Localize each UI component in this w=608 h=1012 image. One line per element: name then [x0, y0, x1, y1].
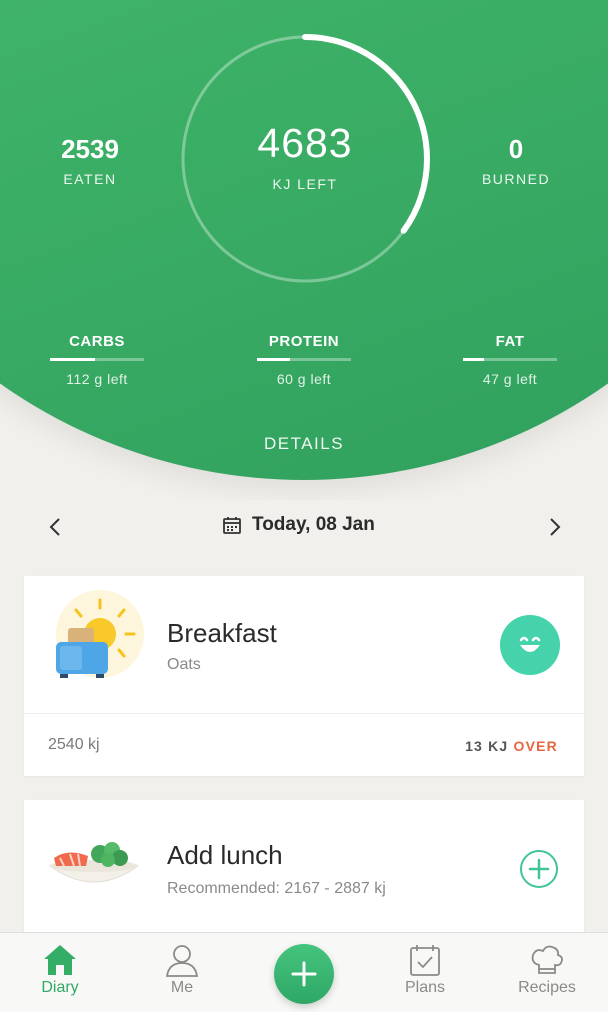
calendar-check-icon — [410, 945, 440, 976]
add-entry-button[interactable] — [274, 944, 334, 1004]
over-amount: 13 KJ — [465, 738, 509, 754]
breakfast-kj: 2540 kj — [48, 736, 100, 753]
burned-stat: 0 BURNED — [456, 134, 576, 187]
chef-hat-icon — [531, 945, 563, 974]
over-label: OVER — [513, 738, 558, 754]
eaten-label: EATEN — [63, 171, 117, 187]
macro-protein-bar — [257, 358, 351, 361]
home-icon — [44, 945, 76, 975]
macro-protein: PROTEIN 60 g left — [257, 333, 351, 387]
details-button[interactable]: DETAILS — [0, 434, 608, 454]
tab-me-label: Me — [170, 979, 194, 996]
lunch-card[interactable]: Add lunch Recommended: 2167 - 2887 kj — [24, 800, 584, 950]
macro-protein-name: PROTEIN — [268, 333, 340, 350]
summary-header: 2539 EATEN 4683 KJ LEFT 0 BURNED CARBS 1… — [0, 0, 608, 500]
macro-fat-fill — [463, 358, 484, 361]
plus-icon — [291, 961, 317, 987]
breakfast-card[interactable]: Breakfast Oats 2540 kj 13 KJ OVER — [24, 576, 584, 776]
kj-left-ring[interactable]: 4683 KJ LEFT — [178, 32, 432, 286]
lunch-recommended: Recommended: 2167 - 2887 kj — [167, 880, 386, 897]
macro-carbs: CARBS 112 g left — [50, 333, 144, 387]
macro-protein-left: 60 g left — [276, 371, 332, 387]
macro-fat-bar — [463, 358, 557, 361]
tab-me[interactable]: Me — [132, 943, 232, 997]
date-picker[interactable]: Today, 08 Jan — [222, 514, 375, 536]
burned-label: BURNED — [481, 171, 551, 187]
eaten-stat: 2539 EATEN — [30, 134, 150, 187]
tab-diary[interactable]: Diary — [10, 943, 110, 997]
macro-fat-name: FAT — [495, 333, 525, 350]
kj-left-value: 4683 — [257, 120, 353, 166]
sun-toaster-icon — [56, 590, 144, 678]
macro-fat-left: 47 g left — [482, 371, 538, 387]
salad-plate-icon — [48, 842, 140, 883]
date-navigator: Today, 08 Jan — [0, 506, 608, 548]
smile-icon[interactable] — [500, 615, 560, 675]
tab-recipes-label: Recipes — [518, 979, 576, 996]
tab-plans-label: Plans — [404, 979, 446, 996]
breakfast-title: Breakfast — [167, 618, 277, 648]
tab-plans[interactable]: Plans — [375, 943, 475, 997]
person-icon — [165, 945, 199, 977]
chevron-left-icon[interactable] — [40, 512, 70, 542]
macro-protein-fill — [257, 358, 290, 361]
macro-carbs-name: CARBS — [69, 333, 125, 350]
macro-fat: FAT 47 g left — [463, 333, 557, 387]
card-divider — [24, 713, 584, 714]
chevron-right-icon[interactable] — [540, 512, 570, 542]
breakfast-over-status: 13 KJ OVER — [465, 738, 558, 754]
date-label: Today, 08 Jan — [252, 514, 375, 535]
breakfast-subtitle: Oats — [167, 656, 201, 673]
macro-carbs-fill — [50, 358, 96, 361]
tab-recipes[interactable]: Recipes — [497, 943, 597, 997]
add-circle-icon[interactable] — [519, 849, 559, 889]
eaten-value: 2539 — [61, 134, 119, 164]
kj-left-label: KJ LEFT — [272, 176, 338, 192]
lunch-title: Add lunch — [167, 840, 283, 870]
macro-carbs-left: 112 g left — [66, 371, 128, 387]
burned-value: 0 — [508, 134, 524, 164]
macro-carbs-bar — [50, 358, 144, 361]
calendar-icon — [223, 517, 241, 534]
tab-diary-label: Diary — [41, 979, 79, 996]
